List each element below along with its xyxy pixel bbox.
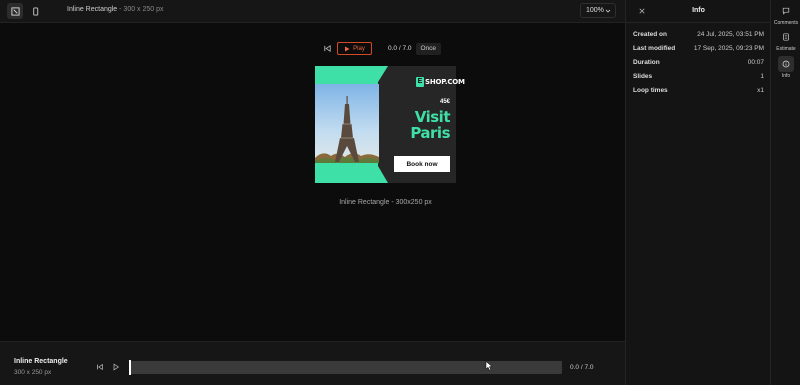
play-icon [345,46,350,51]
brand-logo-mark: E [416,77,424,87]
info-row-created: Created on 24 Jul, 2025, 03:51 PM [633,31,764,38]
rail-comments-icon-wrap [778,3,794,19]
ad-headline-line-2: Paris [410,124,450,142]
rail-info[interactable]: Info [771,56,800,79]
play-label: Play [353,45,365,52]
responsive-view-icon [10,6,20,16]
rail-info-icon-wrap [778,56,794,72]
calculator-icon [783,33,789,41]
zoom-select[interactable]: 100% [580,3,616,18]
info-panel-header: Info [626,0,770,23]
info-key: Created on [633,31,667,38]
document-size: - 300 x 250 px [117,6,164,13]
timeline-format-name: Inline Rectangle [14,358,68,365]
ad-cta-button: Book now [394,156,450,172]
timeline-scrubber[interactable] [129,360,562,375]
timeline-play-icon[interactable] [112,363,120,371]
mouse-cursor-icon [485,361,493,371]
timeline-time: 0.0 / 7.0 [570,364,594,371]
info-key: Duration [633,59,660,66]
timeline-format-size: 300 x 250 px [14,369,52,376]
info-panel-title: Info [692,7,705,14]
ad-headline-line-1: Visit [414,108,451,126]
info-key: Slides [633,73,653,80]
comment-icon [782,7,790,15]
info-value: 24 Jul, 2025, 03:51 PM [697,31,764,38]
info-value: 17 Sep, 2025, 09:23 PM [693,45,764,52]
info-row-slides: Slides 1 [633,73,764,80]
info-row-duration: Duration 00:07 [633,59,764,66]
info-value: x1 [757,87,764,94]
preview-caption: Inline Rectangle - 300x250 px [339,199,432,206]
preview-controls: Play 0.0 / 7.0 Once [322,42,442,55]
restart-button[interactable] [322,44,332,54]
info-panel: Info Created on 24 Jul, 2025, 03:51 PM L… [625,0,770,385]
preview-time: 0.0 / 7.0 [388,45,412,52]
info-icon [782,60,790,68]
rail-estimate-icon-wrap [778,29,794,45]
skip-back-icon [323,45,331,52]
brand-name: SHOP.COM [425,78,465,86]
ad-price: 45€ [439,99,450,105]
info-key: Last modified [633,45,676,52]
play-button[interactable]: Play [337,42,372,55]
rail-estimate-label: Estimate [776,46,796,52]
info-key: Loop times [633,87,668,94]
rail-comments-label: Comments [773,20,799,26]
loop-mode-label: Once [420,45,437,52]
timeline-restart-icon[interactable] [96,363,104,371]
info-row-loop: Loop times x1 [633,87,764,94]
info-value: 00:07 [747,59,764,66]
info-value: 1 [760,73,764,80]
mobile-view-icon [32,6,38,16]
rail-info-label: Info [781,73,791,79]
right-rail: Comments Estimate Info [770,0,800,385]
top-toolbar: Inline Rectangle - 300 x 250 px 100% [0,0,625,23]
mobile-view-button[interactable] [27,3,43,19]
responsive-view-button[interactable] [7,3,23,19]
loop-mode-button[interactable]: Once [415,42,442,55]
rail-comments[interactable]: Comments [771,3,800,26]
document-name: Inline Rectangle [67,6,118,13]
rail-estimate[interactable]: Estimate [771,29,800,52]
document-title: Inline Rectangle - 300 x 250 px [67,6,164,13]
timeline-bar: Inline Rectangle 300 x 250 px 0.0 / 7.0 [0,341,625,385]
zoom-value: 100% [586,7,604,14]
ad-brand: E SHOP.COM [416,77,465,87]
info-row-modified: Last modified 17 Sep, 2025, 09:23 PM [633,45,764,52]
playhead[interactable] [129,360,131,375]
chevron-down-icon [605,9,611,13]
